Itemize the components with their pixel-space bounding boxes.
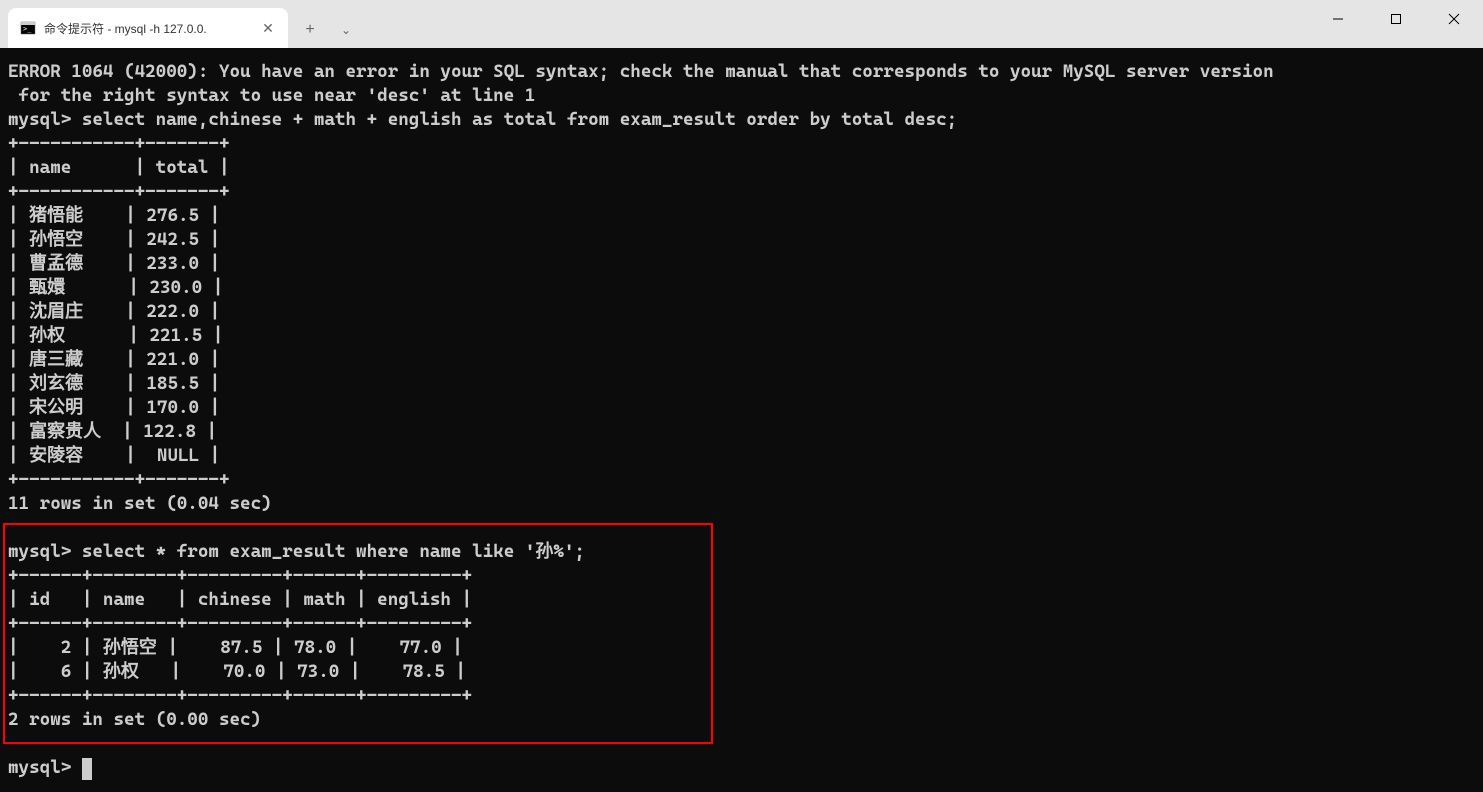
table-row: | 刘玄德 | 185.5 | bbox=[8, 373, 220, 394]
table-border: +------+--------+---------+------+------… bbox=[8, 613, 472, 634]
table-header: | id | name | chinese | math | english | bbox=[8, 589, 472, 610]
close-window-button[interactable] bbox=[1425, 0, 1483, 38]
result-footer: 2 rows in set (0.00 sec) bbox=[8, 709, 261, 730]
query-text: select name,chinese + math + english as … bbox=[82, 109, 957, 130]
prompt: mysql> bbox=[8, 757, 82, 778]
new-tab-button[interactable]: + bbox=[292, 12, 328, 48]
table-row: | 宋公明 | 170.0 | bbox=[8, 397, 220, 418]
prompt: mysql> bbox=[8, 109, 82, 130]
table-row: | 孙悟空 | 242.5 | bbox=[8, 229, 220, 250]
result-footer: 11 rows in set (0.04 sec) bbox=[8, 493, 272, 514]
tab-active[interactable]: >_ 命令提示符 - mysql -h 127.0.0. ✕ bbox=[8, 8, 288, 48]
window-controls bbox=[1309, 0, 1483, 38]
table-border: +------+--------+---------+------+------… bbox=[8, 565, 472, 586]
close-tab-icon[interactable]: ✕ bbox=[260, 20, 276, 36]
svg-text:>_: >_ bbox=[23, 25, 32, 33]
tab-title: 命令提示符 - mysql -h 127.0.0. bbox=[44, 20, 252, 37]
table-row: | 孙权 | 221.5 | bbox=[8, 325, 223, 346]
table-row: | 2 | 孙悟空 | 87.5 | 78.0 | 77.0 | bbox=[8, 637, 463, 658]
maximize-button[interactable] bbox=[1367, 0, 1425, 38]
query-text: select * from exam_result where name lik… bbox=[82, 541, 585, 562]
minimize-button[interactable] bbox=[1309, 0, 1367, 38]
table-row: | 唐三藏 | 221.0 | bbox=[8, 349, 220, 370]
table-row: | 沈眉庄 | 222.0 | bbox=[8, 301, 220, 322]
table-border: +-----------+-------+ bbox=[8, 181, 229, 202]
chevron-down-icon[interactable]: ⌄ bbox=[328, 12, 364, 48]
table-row: | 6 | 孙权 | 70.0 | 73.0 | 78.5 | bbox=[8, 661, 466, 682]
table-border: +-----------+-------+ bbox=[8, 469, 229, 490]
table-border: +-----------+-------+ bbox=[8, 133, 229, 154]
prompt: mysql> bbox=[8, 541, 82, 562]
titlebar: >_ 命令提示符 - mysql -h 127.0.0. ✕ + ⌄ bbox=[0, 0, 1483, 48]
table-row: | 曹孟德 | 233.0 | bbox=[8, 253, 220, 274]
error-text: ERROR 1064 (42000): You have an error in… bbox=[8, 61, 1274, 106]
table-border: +------+--------+---------+------+------… bbox=[8, 685, 472, 706]
cursor bbox=[82, 758, 92, 780]
table-row: | 安陵容 | NULL | bbox=[8, 445, 220, 466]
table-header: | name | total | bbox=[8, 157, 229, 178]
terminal-output[interactable]: ERROR 1064 (42000): You have an error in… bbox=[0, 48, 1483, 792]
table-row: | 猪悟能 | 276.5 | bbox=[8, 205, 220, 226]
terminal-icon: >_ bbox=[20, 20, 36, 36]
table-row: | 甄嬛 | 230.0 | bbox=[8, 277, 223, 298]
table-row: | 富察贵人 | 122.8 | bbox=[8, 421, 217, 442]
